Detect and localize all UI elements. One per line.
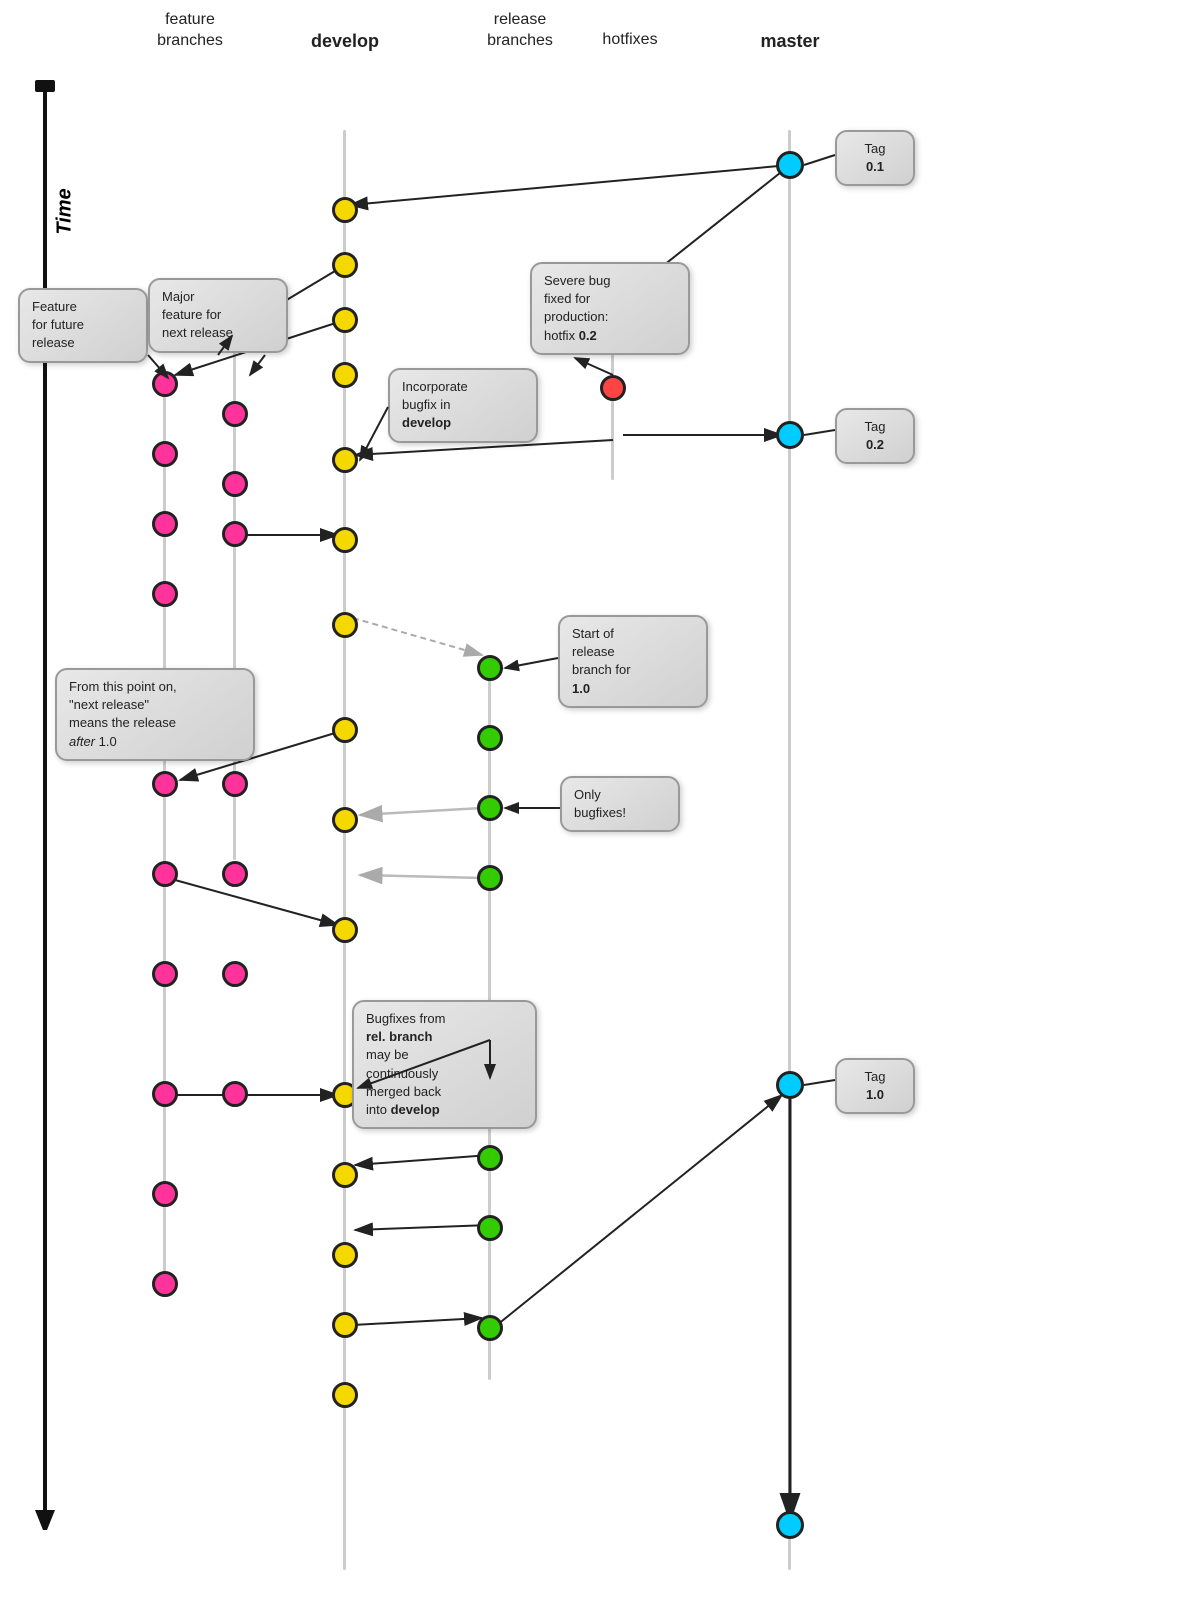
header-master: master <box>750 30 830 53</box>
develop-node-5 <box>332 447 358 473</box>
callout-incorporate: Incorporatebugfix indevelop <box>388 368 538 443</box>
feature1-node-8 <box>152 1081 178 1107</box>
release-node-8 <box>477 1315 503 1341</box>
tag-01: Tag0.1 <box>835 130 915 186</box>
header-hotfixes: hotfixes <box>590 30 670 51</box>
develop-node-13 <box>332 1242 358 1268</box>
hotfix-node-1 <box>600 375 626 401</box>
feature1-node-3 <box>152 511 178 537</box>
callout-severe-bug: Severe bugfixed forproduction:hotfix 0.2 <box>530 262 690 355</box>
callout-major-feature: Majorfeature fornext release <box>148 278 288 353</box>
develop-node-15 <box>332 1382 358 1408</box>
release-node-1 <box>477 655 503 681</box>
develop-branch-line <box>343 130 346 1570</box>
feature2-node-2 <box>222 401 248 427</box>
feature1-node-7 <box>152 961 178 987</box>
feature2-node-5 <box>222 771 248 797</box>
master-node-10 <box>776 1071 804 1099</box>
develop-node-4 <box>332 362 358 388</box>
git-flow-diagram: featurebranches develop releasebranches … <box>0 0 1200 1600</box>
develop-node-6 <box>332 527 358 553</box>
feature2-node-7 <box>222 961 248 987</box>
feature2-node-3 <box>222 471 248 497</box>
callout-start-release: Start ofreleasebranch for1.0 <box>558 615 708 708</box>
tag-10: Tag1.0 <box>835 1058 915 1114</box>
feature1-node-5 <box>152 771 178 797</box>
tag-02: Tag0.2 <box>835 408 915 464</box>
header-develop: develop <box>305 30 385 53</box>
feature1-node-4 <box>152 581 178 607</box>
release-node-4 <box>477 865 503 891</box>
release-node-2 <box>477 725 503 751</box>
release-node-7 <box>477 1215 503 1241</box>
develop-node-12 <box>332 1162 358 1188</box>
develop-node-10 <box>332 917 358 943</box>
master-node-02 <box>776 421 804 449</box>
feature1-node-1 <box>152 371 178 397</box>
callout-feature-future: Featurefor futurerelease <box>18 288 148 363</box>
master-branch-line <box>788 130 791 1570</box>
develop-node-7 <box>332 612 358 638</box>
feature2-node-4 <box>222 521 248 547</box>
develop-node-2 <box>332 252 358 278</box>
develop-node-8 <box>332 717 358 743</box>
master-node-bottom <box>776 1511 804 1539</box>
callout-only-bugfixes: Onlybugfixes! <box>560 776 680 832</box>
callout-from-this-point: From this point on,"next release"means t… <box>55 668 255 761</box>
callout-bugfixes-rel: Bugfixes fromrel. branchmay becontinuous… <box>352 1000 537 1129</box>
feature2-node-6 <box>222 861 248 887</box>
develop-node-3 <box>332 307 358 333</box>
release-node-3 <box>477 795 503 821</box>
master-node-01 <box>776 151 804 179</box>
feature1-node-6 <box>152 861 178 887</box>
feature2-node-8 <box>222 1081 248 1107</box>
release-node-6 <box>477 1145 503 1171</box>
header-release-branches: releasebranches <box>460 10 580 52</box>
feature1-node-10 <box>152 1271 178 1297</box>
develop-node-1 <box>332 197 358 223</box>
header-feature-branches: featurebranches <box>130 10 250 52</box>
feature1-node-2 <box>152 441 178 467</box>
develop-node-14 <box>332 1312 358 1338</box>
feature1-node-9 <box>152 1181 178 1207</box>
develop-node-9 <box>332 807 358 833</box>
